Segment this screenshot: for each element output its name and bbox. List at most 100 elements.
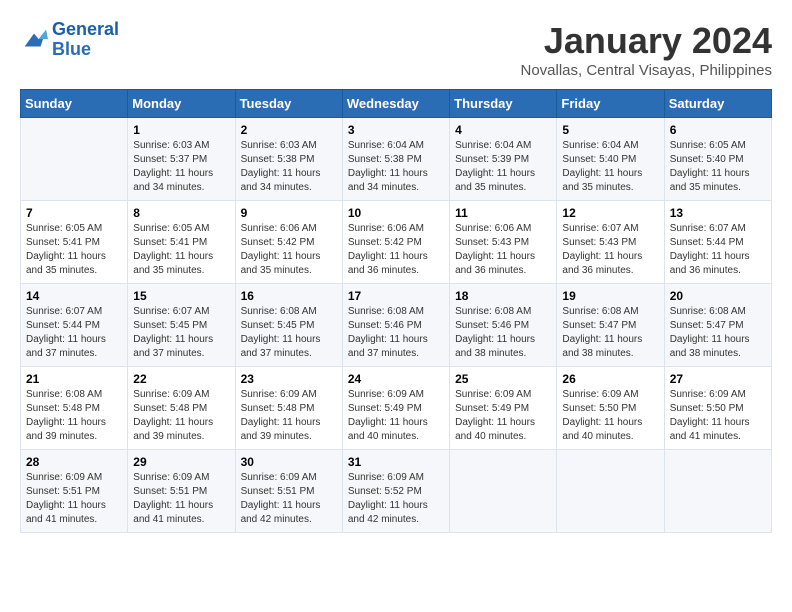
day-info: Sunrise: 6:06 AM Sunset: 5:43 PM Dayligh… [455, 222, 551, 278]
calendar-cell: 17 Sunrise: 6:08 AM Sunset: 5:46 PM Dayli… [342, 284, 449, 367]
day-number: 19 [562, 289, 658, 303]
day-number: 12 [562, 206, 658, 220]
calendar-cell: 27 Sunrise: 6:09 AM Sunset: 5:50 PM Dayli… [664, 367, 771, 450]
day-number: 11 [455, 206, 551, 220]
header: General Blue January 2024 Novallas, Cent… [20, 20, 772, 79]
calendar-cell: 23 Sunrise: 6:09 AM Sunset: 5:48 PM Dayli… [235, 367, 342, 450]
day-number: 20 [670, 289, 766, 303]
week-row-2: 7 Sunrise: 6:05 AM Sunset: 5:41 PM Daylig… [21, 201, 772, 284]
day-number: 26 [562, 372, 658, 386]
day-number: 17 [348, 289, 444, 303]
day-info: Sunrise: 6:05 AM Sunset: 5:40 PM Dayligh… [670, 139, 766, 195]
calendar-table: SundayMondayTuesdayWednesdayThursdayFrid… [20, 89, 772, 533]
header-day-thursday: Thursday [450, 90, 557, 118]
day-info: Sunrise: 6:09 AM Sunset: 5:51 PM Dayligh… [241, 471, 337, 527]
day-number: 28 [26, 455, 122, 469]
calendar-cell: 15Sunrise: 6:07 AM Sunset: 5:45 PM Dayli… [128, 284, 235, 367]
header-day-tuesday: Tuesday [235, 90, 342, 118]
day-number: 22 [133, 372, 229, 386]
header-day-sunday: Sunday [21, 90, 128, 118]
day-number: 5 [562, 123, 658, 137]
calendar-title: January 2024 [520, 20, 772, 62]
day-number: 14 [26, 289, 122, 303]
header-row: SundayMondayTuesdayWednesdayThursdayFrid… [21, 90, 772, 118]
calendar-cell: 1 Sunrise: 6:03 AM Sunset: 5:37 PM Daylig… [128, 118, 235, 201]
logo: General Blue [20, 20, 119, 60]
day-info: Sunrise: 6:08 AM Sunset: 5:46 PM Dayligh… [348, 305, 444, 361]
day-info: Sunrise: 6:07 AM Sunset: 5:44 PM Dayligh… [26, 305, 122, 361]
week-row-5: 28 Sunrise: 6:09 AM Sunset: 5:51 PM Dayli… [21, 450, 772, 533]
calendar-cell: 4 Sunrise: 6:04 AM Sunset: 5:39 PM Daylig… [450, 118, 557, 201]
calendar-cell: 13 Sunrise: 6:07 AM Sunset: 5:44 PM Dayli… [664, 201, 771, 284]
calendar-cell: 8 Sunrise: 6:05 AM Sunset: 5:41 PM Daylig… [128, 201, 235, 284]
calendar-cell: 9Sunrise: 6:06 AM Sunset: 5:42 PM Daylig… [235, 201, 342, 284]
day-info: Sunrise: 6:07 AM Sunset: 5:43 PM Dayligh… [562, 222, 658, 278]
calendar-cell [450, 450, 557, 533]
calendar-cell: 12 Sunrise: 6:07 AM Sunset: 5:43 PM Dayli… [557, 201, 664, 284]
calendar-cell: 25 Sunrise: 6:09 AM Sunset: 5:49 PM Dayli… [450, 367, 557, 450]
day-info: Sunrise: 6:09 AM Sunset: 5:49 PM Dayligh… [348, 388, 444, 444]
day-info: Sunrise: 6:08 AM Sunset: 5:48 PM Dayligh… [26, 388, 122, 444]
calendar-cell [664, 450, 771, 533]
calendar-cell: 2 Sunrise: 6:03 AM Sunset: 5:38 PM Daylig… [235, 118, 342, 201]
calendar-cell: 19Sunrise: 6:08 AM Sunset: 5:47 PM Dayli… [557, 284, 664, 367]
day-info: Sunrise: 6:09 AM Sunset: 5:49 PM Dayligh… [455, 388, 551, 444]
day-number: 3 [348, 123, 444, 137]
calendar-cell: 29Sunrise: 6:09 AM Sunset: 5:51 PM Dayli… [128, 450, 235, 533]
week-row-3: 14 Sunrise: 6:07 AM Sunset: 5:44 PM Dayli… [21, 284, 772, 367]
week-row-4: 21 Sunrise: 6:08 AM Sunset: 5:48 PM Dayli… [21, 367, 772, 450]
day-info: Sunrise: 6:09 AM Sunset: 5:50 PM Dayligh… [670, 388, 766, 444]
day-number: 16 [241, 289, 337, 303]
calendar-cell: 24 Sunrise: 6:09 AM Sunset: 5:49 PM Dayli… [342, 367, 449, 450]
day-number: 18 [455, 289, 551, 303]
calendar-body: 1 Sunrise: 6:03 AM Sunset: 5:37 PM Daylig… [21, 118, 772, 533]
calendar-cell: 14 Sunrise: 6:07 AM Sunset: 5:44 PM Dayli… [21, 284, 128, 367]
day-info: Sunrise: 6:09 AM Sunset: 5:51 PM Dayligh… [26, 471, 122, 527]
day-number: 24 [348, 372, 444, 386]
header-day-monday: Monday [128, 90, 235, 118]
day-number: 7 [26, 206, 122, 220]
day-info: Sunrise: 6:03 AM Sunset: 5:38 PM Dayligh… [241, 139, 337, 195]
day-number: 10 [348, 206, 444, 220]
calendar-cell: 6 Sunrise: 6:05 AM Sunset: 5:40 PM Daylig… [664, 118, 771, 201]
day-number: 2 [241, 123, 337, 137]
day-info: Sunrise: 6:04 AM Sunset: 5:38 PM Dayligh… [348, 139, 444, 195]
day-number: 1 [133, 123, 229, 137]
day-info: Sunrise: 6:06 AM Sunset: 5:42 PM Dayligh… [348, 222, 444, 278]
day-info: Sunrise: 6:08 AM Sunset: 5:46 PM Dayligh… [455, 305, 551, 361]
day-info: Sunrise: 6:05 AM Sunset: 5:41 PM Dayligh… [26, 222, 122, 278]
header-day-friday: Friday [557, 90, 664, 118]
day-number: 13 [670, 206, 766, 220]
day-number: 30 [241, 455, 337, 469]
day-info: Sunrise: 6:09 AM Sunset: 5:48 PM Dayligh… [133, 388, 229, 444]
day-info: Sunrise: 6:09 AM Sunset: 5:50 PM Dayligh… [562, 388, 658, 444]
day-number: 29 [133, 455, 229, 469]
day-number: 4 [455, 123, 551, 137]
calendar-cell: 20 Sunrise: 6:08 AM Sunset: 5:47 PM Dayli… [664, 284, 771, 367]
day-info: Sunrise: 6:09 AM Sunset: 5:52 PM Dayligh… [348, 471, 444, 527]
day-info: Sunrise: 6:05 AM Sunset: 5:41 PM Dayligh… [133, 222, 229, 278]
day-number: 21 [26, 372, 122, 386]
calendar-cell: 28 Sunrise: 6:09 AM Sunset: 5:51 PM Dayli… [21, 450, 128, 533]
day-info: Sunrise: 6:08 AM Sunset: 5:45 PM Dayligh… [241, 305, 337, 361]
day-info: Sunrise: 6:07 AM Sunset: 5:44 PM Dayligh… [670, 222, 766, 278]
calendar-cell: 31Sunrise: 6:09 AM Sunset: 5:52 PM Dayli… [342, 450, 449, 533]
day-info: Sunrise: 6:03 AM Sunset: 5:37 PM Dayligh… [133, 139, 229, 195]
day-number: 27 [670, 372, 766, 386]
day-info: Sunrise: 6:08 AM Sunset: 5:47 PM Dayligh… [670, 305, 766, 361]
day-number: 6 [670, 123, 766, 137]
day-info: Sunrise: 6:09 AM Sunset: 5:48 PM Dayligh… [241, 388, 337, 444]
day-number: 25 [455, 372, 551, 386]
logo-icon [20, 26, 48, 54]
day-info: Sunrise: 6:04 AM Sunset: 5:39 PM Dayligh… [455, 139, 551, 195]
calendar-cell: 26 Sunrise: 6:09 AM Sunset: 5:50 PM Dayli… [557, 367, 664, 450]
calendar-header: SundayMondayTuesdayWednesdayThursdayFrid… [21, 90, 772, 118]
header-day-saturday: Saturday [664, 90, 771, 118]
header-day-wednesday: Wednesday [342, 90, 449, 118]
day-number: 23 [241, 372, 337, 386]
calendar-cell: 22 Sunrise: 6:09 AM Sunset: 5:48 PM Dayli… [128, 367, 235, 450]
day-number: 8 [133, 206, 229, 220]
week-row-1: 1 Sunrise: 6:03 AM Sunset: 5:37 PM Daylig… [21, 118, 772, 201]
day-number: 15 [133, 289, 229, 303]
logo-text: General Blue [52, 20, 119, 60]
